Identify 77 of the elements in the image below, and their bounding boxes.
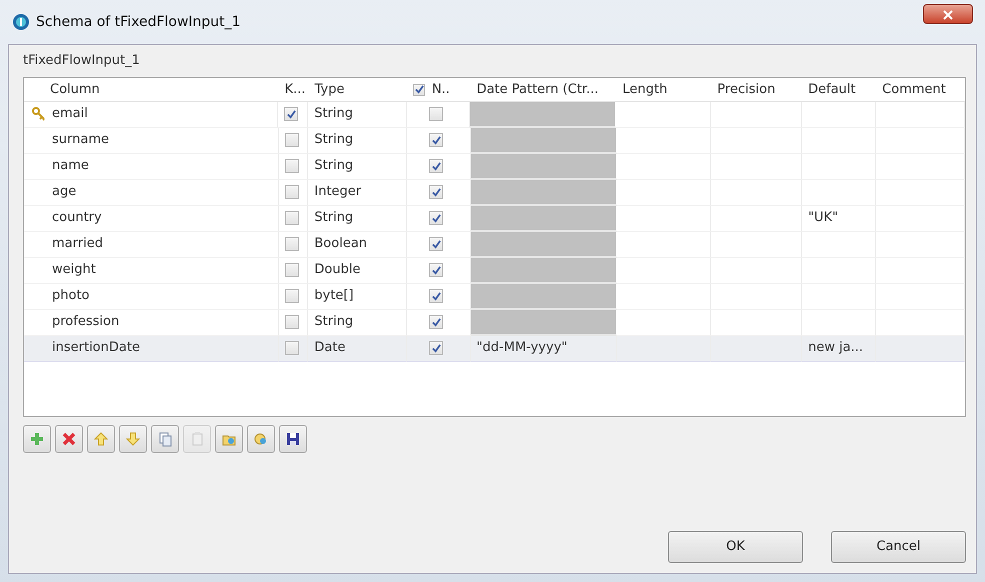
column-name: country bbox=[52, 209, 102, 227]
column-name: weight bbox=[52, 261, 96, 279]
delete-icon bbox=[61, 430, 77, 446]
table-row[interactable]: married Boolean bbox=[24, 232, 965, 258]
table-row[interactable]: name String bbox=[24, 154, 965, 180]
table-cell: Boolean bbox=[308, 232, 408, 258]
column-name: email bbox=[52, 105, 88, 123]
ok-button[interactable]: OK bbox=[668, 531, 803, 563]
table-cell: String bbox=[308, 206, 408, 232]
column-name: married bbox=[52, 235, 103, 253]
table-cell: String bbox=[308, 128, 408, 154]
toolbar-button[interactable] bbox=[279, 424, 307, 452]
arrow-up-icon bbox=[93, 430, 109, 446]
copy-icon bbox=[157, 430, 173, 446]
component-label: tFixedFlowInput_1 bbox=[23, 53, 140, 68]
save-icon bbox=[285, 430, 301, 446]
toolbar-button[interactable] bbox=[55, 424, 83, 452]
column-header[interactable]: Type bbox=[314, 82, 344, 96]
arrow-down-icon bbox=[125, 430, 141, 446]
key-checkbox[interactable] bbox=[284, 211, 299, 225]
table-cell: Double bbox=[308, 258, 408, 284]
nullable-checkbox[interactable] bbox=[429, 341, 444, 355]
column-name: insertionDate bbox=[52, 339, 140, 357]
close-icon bbox=[943, 10, 953, 20]
column-header[interactable]: N.. bbox=[432, 78, 450, 102]
table-cell: "UK" bbox=[802, 206, 876, 232]
table-cell: "dd-MM-yyyy" bbox=[470, 336, 617, 362]
key-checkbox[interactable] bbox=[284, 133, 299, 147]
table-cell: Integer bbox=[308, 180, 408, 206]
table-row[interactable]: insertionDate Date "dd-MM-yyyy" new ja... bbox=[24, 336, 965, 362]
table-row[interactable]: age Integer bbox=[24, 180, 965, 206]
app-icon bbox=[12, 13, 30, 31]
column-name: surname bbox=[52, 131, 109, 149]
table-row[interactable]: photo byte[] bbox=[24, 284, 965, 310]
table-cell: String bbox=[308, 102, 407, 128]
key-checkbox[interactable] bbox=[284, 159, 299, 173]
column-header[interactable]: Default bbox=[808, 82, 856, 96]
table-row[interactable]: surname String bbox=[24, 128, 965, 154]
key-checkbox[interactable] bbox=[284, 107, 298, 121]
key-checkbox[interactable] bbox=[284, 315, 299, 329]
select-all-checkbox[interactable] bbox=[413, 84, 426, 96]
column-header[interactable]: Precision bbox=[717, 82, 776, 96]
table-cell: new ja... bbox=[802, 336, 876, 362]
nullable-checkbox[interactable] bbox=[429, 263, 444, 277]
nullable-checkbox[interactable] bbox=[428, 107, 443, 121]
column-header[interactable]: Date Pattern (Ctr... bbox=[476, 82, 598, 96]
globe-icon bbox=[253, 430, 269, 446]
key-checkbox[interactable] bbox=[284, 263, 299, 277]
column-header[interactable]: Length bbox=[622, 82, 668, 96]
nullable-checkbox[interactable] bbox=[429, 289, 444, 303]
column-name: age bbox=[52, 183, 76, 201]
key-checkbox[interactable] bbox=[284, 185, 299, 199]
column-name: name bbox=[52, 157, 89, 175]
column-header[interactable]: K... bbox=[284, 82, 306, 96]
column-header[interactable]: Column bbox=[50, 82, 100, 96]
cancel-button[interactable]: Cancel bbox=[831, 531, 966, 563]
column-header[interactable]: Comment bbox=[882, 82, 946, 96]
table-cell: byte[] bbox=[308, 284, 408, 310]
nullable-checkbox[interactable] bbox=[429, 133, 444, 147]
nullable-checkbox[interactable] bbox=[429, 185, 444, 199]
key-checkbox[interactable] bbox=[284, 341, 299, 355]
table-cell: Date bbox=[308, 336, 408, 362]
nullable-checkbox[interactable] bbox=[429, 159, 444, 173]
key-checkbox[interactable] bbox=[284, 289, 299, 303]
table-row[interactable]: email String bbox=[24, 102, 965, 128]
close-button[interactable] bbox=[923, 4, 973, 24]
nullable-checkbox[interactable] bbox=[429, 315, 444, 329]
column-name: profession bbox=[52, 313, 120, 331]
nullable-checkbox[interactable] bbox=[429, 211, 444, 225]
window-title: Schema of tFixedFlowInput_1 bbox=[36, 12, 241, 32]
nullable-checkbox[interactable] bbox=[429, 237, 444, 251]
table-cell: String bbox=[308, 154, 408, 180]
add-icon bbox=[29, 430, 45, 446]
key-checkbox[interactable] bbox=[284, 237, 299, 251]
table-row[interactable]: country String "UK" bbox=[24, 206, 965, 232]
column-name: photo bbox=[52, 287, 90, 305]
table-row[interactable]: weight Double bbox=[24, 258, 965, 284]
